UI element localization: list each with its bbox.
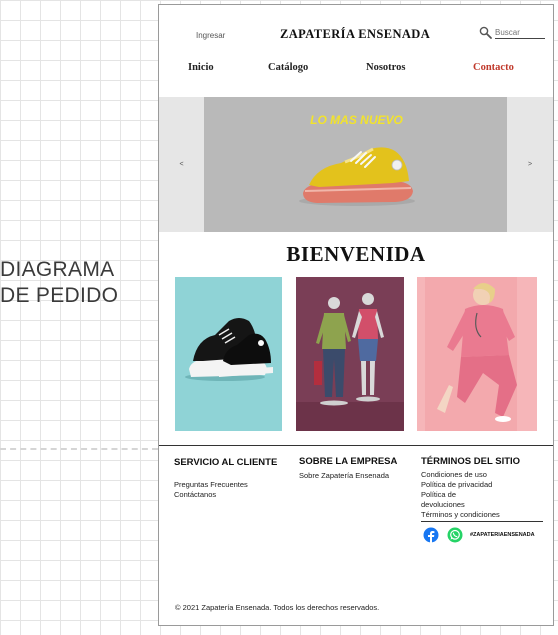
- footer-link-privacy[interactable]: Política de privacidad: [421, 480, 551, 490]
- diagram-label: DIAGRAMA DE PEDIDO: [0, 257, 118, 309]
- footer-link-conditions[interactable]: Condiciones de uso: [421, 470, 551, 480]
- welcome-heading: BIENVENIDA: [286, 242, 426, 266]
- hero-carousel: < LO MAS NUEVO >: [159, 97, 553, 232]
- carousel-prev-label: <: [179, 161, 184, 168]
- carousel-next-button[interactable]: >: [507, 97, 553, 232]
- brand-title: ZAPATERÍA ENSENADA: [280, 27, 431, 41]
- footer-link-terms[interactable]: Términos y condiciones: [421, 510, 551, 520]
- yellow-sneaker-image: [299, 147, 415, 206]
- copyright-text: © 2021 Zapatería Ensenada. Todos los der…: [175, 603, 380, 612]
- footer-link-contact[interactable]: Contáctanos: [174, 490, 277, 500]
- carousel-next-label: >: [527, 161, 533, 168]
- product-card-3[interactable]: [417, 277, 537, 431]
- footer-service-title: SERVICIO AL CLIENTE: [174, 457, 278, 468]
- nav-inicio[interactable]: Inicio: [188, 62, 214, 73]
- carousel-prev-button[interactable]: <: [159, 97, 204, 232]
- footer-terms-title: TÉRMINOS DEL SITIO: [421, 456, 521, 467]
- whatsapp-icon[interactable]: [447, 527, 463, 543]
- terms-divider: [421, 521, 543, 522]
- footer-service: SERVICIO AL CLIENTE Preguntas Frecuentes…: [174, 457, 277, 500]
- product-card-2[interactable]: [296, 277, 404, 431]
- nav-contacto[interactable]: Contacto: [473, 62, 514, 73]
- search-icon[interactable]: [479, 26, 492, 39]
- footer-terms: TÉRMINOS DEL SITIO Condiciones de uso Po…: [421, 456, 551, 520]
- footer-link-about[interactable]: Sobre Zapatería Ensenada: [299, 471, 397, 481]
- nav-catalogo[interactable]: Catálogo: [268, 62, 308, 73]
- main-nav: Inicio Catálogo Nosotros Contacto: [159, 62, 553, 78]
- mannequins-image: [296, 277, 404, 431]
- footer-link-returns[interactable]: Política de devoluciones: [421, 490, 481, 510]
- product-card-1[interactable]: [175, 277, 282, 431]
- search-box: [479, 26, 545, 40]
- page-mockup: Ingresar ZAPATERÍA ENSENADA Inicio Catál…: [158, 4, 554, 626]
- canvas-divider: [0, 448, 158, 450]
- login-link[interactable]: Ingresar: [196, 31, 225, 40]
- diagram-label-line-2: DE PEDIDO: [0, 284, 119, 307]
- footer-company-title: SOBRE LA EMPRESA: [299, 456, 398, 467]
- search-input[interactable]: [495, 27, 545, 39]
- hashtag-label: #ZAPATERIAENSENADA: [470, 532, 535, 538]
- pink-scrubs-image: [417, 277, 537, 431]
- footer-company: SOBRE LA EMPRESA Sobre Zapatería Ensenad…: [299, 456, 397, 481]
- footer-link-faq[interactable]: Preguntas Frecuentes: [174, 480, 277, 490]
- black-sneaker-image: [175, 277, 282, 431]
- slide-title: LO MAS NUEVO: [310, 113, 403, 127]
- diagram-label-line-1: DIAGRAMA: [0, 258, 115, 281]
- nav-nosotros[interactable]: Nosotros: [366, 62, 405, 73]
- footer-divider: [159, 445, 553, 446]
- carousel-slide: LO MAS NUEVO: [204, 97, 509, 232]
- facebook-icon[interactable]: [423, 527, 439, 543]
